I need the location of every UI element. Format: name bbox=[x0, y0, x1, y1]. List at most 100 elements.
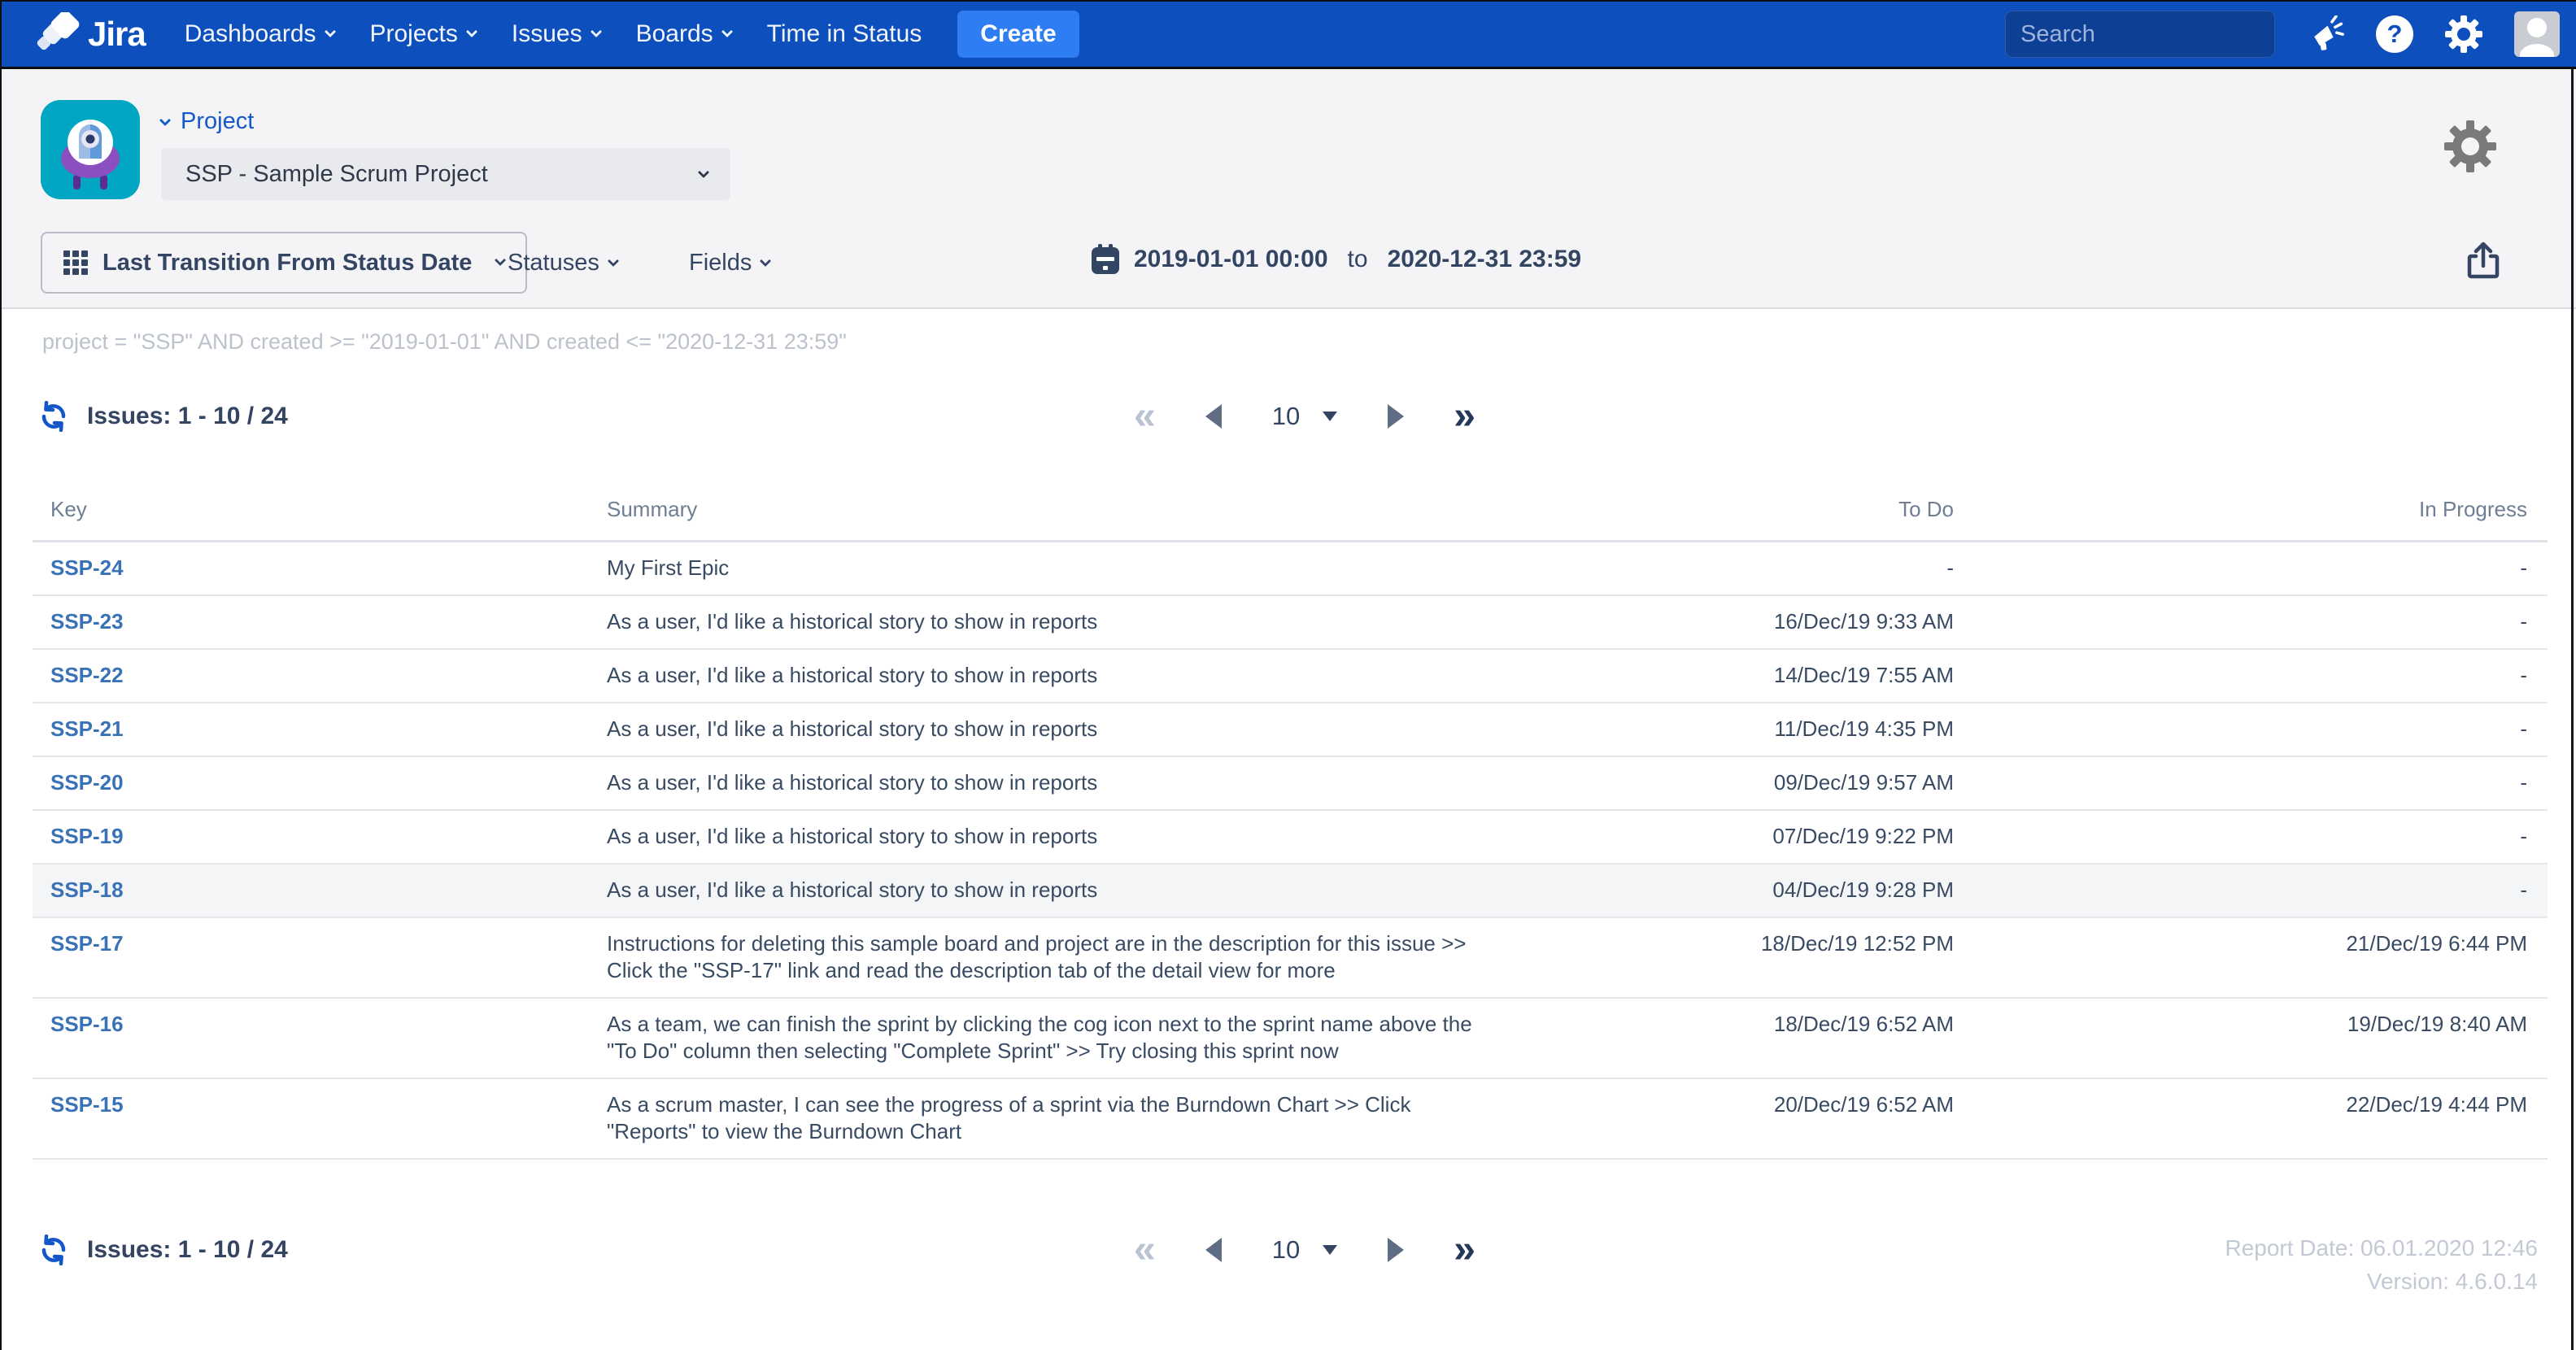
nav-item-time-in-status[interactable]: Time in Status bbox=[767, 20, 922, 48]
jql-query-text: project = "SSP" AND created >= "2019-01-… bbox=[42, 329, 847, 355]
project-block: Project SSP - Sample Scrum Project bbox=[161, 108, 730, 200]
chevron-down-icon bbox=[324, 26, 335, 37]
issues-count-label: Issues: 1 - 10 / 24 bbox=[87, 1236, 288, 1264]
first-page-button[interactable]: « bbox=[1134, 397, 1156, 436]
date-from: 2019-01-01 00:00 bbox=[1134, 246, 1328, 273]
issue-summary: As a scrum master, I can see the progres… bbox=[607, 1078, 1555, 1159]
inprogress-date: 22/Dec/19 4:44 PM bbox=[1985, 1078, 2548, 1159]
previous-page-button[interactable] bbox=[1205, 1238, 1222, 1262]
inprogress-date: - bbox=[1985, 864, 2548, 917]
issue-key-link[interactable]: SSP-15 bbox=[50, 1092, 124, 1117]
issue-key-link[interactable]: SSP-22 bbox=[50, 663, 124, 687]
inprogress-date: 21/Dec/19 6:44 PM bbox=[1985, 917, 2548, 998]
chevron-down-icon bbox=[159, 114, 171, 125]
inprogress-date: - bbox=[1985, 595, 2548, 649]
column-header-key[interactable]: Key bbox=[33, 486, 607, 542]
jira-logo-icon bbox=[36, 12, 80, 56]
project-label: Project bbox=[181, 108, 254, 135]
table-row: SSP-20 As a user, I'd like a historical s… bbox=[33, 756, 2548, 810]
export-button[interactable] bbox=[2465, 240, 2502, 283]
column-header-inprogress[interactable]: In Progress bbox=[1985, 486, 2548, 542]
issue-key-link[interactable]: SSP-19 bbox=[50, 824, 124, 848]
issue-summary: As a user, I'd like a historical story t… bbox=[607, 595, 1555, 649]
issue-summary: As a team, we can finish the sprint by c… bbox=[607, 998, 1555, 1078]
issue-key-link[interactable]: SSP-18 bbox=[50, 878, 124, 902]
table-row: SSP-21As a user, I'd like a historical s… bbox=[33, 703, 2548, 756]
last-page-button[interactable]: » bbox=[1454, 397, 1475, 436]
issue-key-link[interactable]: SSP-20 bbox=[50, 770, 124, 795]
todo-date: 11/Dec/19 4:35 PM bbox=[1555, 703, 1985, 756]
nav-item-boards[interactable]: Boards bbox=[636, 20, 731, 48]
todo-date: 16/Dec/19 9:33 AM bbox=[1555, 595, 1985, 649]
refresh-icon[interactable] bbox=[38, 401, 69, 432]
issue-summary: My First Epic bbox=[607, 542, 1555, 596]
main-nav: Dashboards Projects Issues Boards Time in St… bbox=[185, 20, 922, 48]
report-date: Report Date: 06.01.2020 12:46 bbox=[2225, 1231, 2538, 1265]
issue-key-link[interactable]: SSP-21 bbox=[50, 716, 124, 741]
table-row: SSP-18 As a user, I'd like a historical s… bbox=[33, 864, 2548, 917]
gear-icon[interactable] bbox=[2444, 15, 2483, 54]
table-header-row: Key Summary To Do In Progress bbox=[33, 486, 2548, 542]
calendar-icon bbox=[1090, 243, 1121, 276]
issue-key-link[interactable]: SSP-17 bbox=[50, 931, 124, 956]
todo-date: - bbox=[1555, 542, 1985, 596]
issue-key-cell: SSP-24 bbox=[33, 542, 607, 596]
last-page-button[interactable]: » bbox=[1454, 1230, 1475, 1269]
issues-table-wrap: Key Summary To Do In Progress SSP-24 My F… bbox=[33, 486, 2548, 1160]
issue-key-link[interactable]: SSP-16 bbox=[50, 1012, 124, 1036]
column-header-summary[interactable]: Summary bbox=[607, 486, 1555, 542]
nav-item-projects[interactable]: Projects bbox=[370, 20, 476, 48]
issue-key-link[interactable]: SSP-23 bbox=[50, 609, 124, 634]
nav-item-issues[interactable]: Issues bbox=[512, 20, 600, 48]
table-row: SSP-22 As a user, I'd like a historical s… bbox=[33, 649, 2548, 703]
first-page-button[interactable]: « bbox=[1134, 1230, 1156, 1269]
avatar-head bbox=[2527, 18, 2547, 37]
caret-down-icon bbox=[1323, 1245, 1337, 1255]
fields-label: Fields bbox=[689, 250, 752, 277]
todo-date: 09/Dec/19 9:57 AM bbox=[1555, 756, 1985, 810]
column-header-todo[interactable]: To Do bbox=[1555, 486, 1985, 542]
todo-date: 07/Dec/19 9:22 PM bbox=[1555, 810, 1985, 864]
report-settings-gear-icon[interactable] bbox=[2443, 120, 2497, 173]
refresh-icon[interactable] bbox=[38, 1235, 69, 1265]
chevron-down-icon bbox=[698, 167, 709, 178]
create-button[interactable]: Create bbox=[957, 11, 1079, 58]
issues-table: Key Summary To Do In Progress SSP-24 My F… bbox=[33, 486, 2548, 1160]
next-page-button[interactable] bbox=[1388, 404, 1404, 429]
window-edge-line bbox=[2571, 69, 2574, 1350]
chevron-down-icon bbox=[495, 255, 506, 266]
issues-count-label: Issues: 1 - 10 / 24 bbox=[87, 403, 288, 430]
help-icon[interactable]: ? bbox=[2376, 15, 2413, 53]
issue-summary: As a user, I'd like a historical story t… bbox=[607, 864, 1555, 917]
jira-logo[interactable]: Jira bbox=[36, 12, 146, 56]
chevron-down-icon bbox=[591, 26, 602, 37]
next-page-button[interactable] bbox=[1388, 1238, 1404, 1262]
issue-summary: As a user, I'd like a historical story t… bbox=[607, 756, 1555, 810]
previous-page-button[interactable] bbox=[1205, 404, 1222, 429]
page-size-value: 10 bbox=[1272, 1235, 1300, 1265]
report-type-dropdown[interactable]: Last Transition From Status Date bbox=[41, 232, 527, 294]
statuses-dropdown[interactable]: Statuses bbox=[508, 250, 617, 277]
inprogress-date: - bbox=[1985, 703, 2548, 756]
date-range-picker[interactable]: 2019-01-01 00:00 to 2020-12-31 23:59 bbox=[1090, 243, 1581, 276]
search-input[interactable] bbox=[2020, 21, 2327, 48]
chevron-down-icon bbox=[721, 26, 733, 37]
chevron-down-icon bbox=[760, 255, 771, 266]
page-size-select[interactable]: 10 bbox=[1272, 1235, 1337, 1265]
project-select[interactable]: SSP - Sample Scrum Project bbox=[161, 148, 730, 200]
fields-dropdown[interactable]: Fields bbox=[689, 250, 769, 277]
nav-item-label: Time in Status bbox=[767, 20, 922, 48]
statuses-label: Statuses bbox=[508, 250, 599, 277]
user-avatar[interactable] bbox=[2514, 11, 2560, 57]
issue-summary: As a user, I'd like a historical story t… bbox=[607, 649, 1555, 703]
announcement-icon[interactable] bbox=[2308, 15, 2345, 53]
issues-table-body: SSP-24My First Epic--SSP-23As a user, I'… bbox=[33, 542, 2548, 1160]
inprogress-date: - bbox=[1985, 810, 2548, 864]
project-dropdown-toggle[interactable]: Project bbox=[161, 108, 730, 135]
search-box[interactable] bbox=[2005, 11, 2275, 58]
nav-item-dashboards[interactable]: Dashboards bbox=[185, 20, 334, 48]
issue-key-link[interactable]: SSP-24 bbox=[50, 555, 124, 580]
table-row: SSP-16 As a team, we can finish the sprin… bbox=[33, 998, 2548, 1078]
todo-date: 18/Dec/19 12:52 PM bbox=[1555, 917, 1985, 998]
page-size-select[interactable]: 10 bbox=[1272, 402, 1337, 431]
